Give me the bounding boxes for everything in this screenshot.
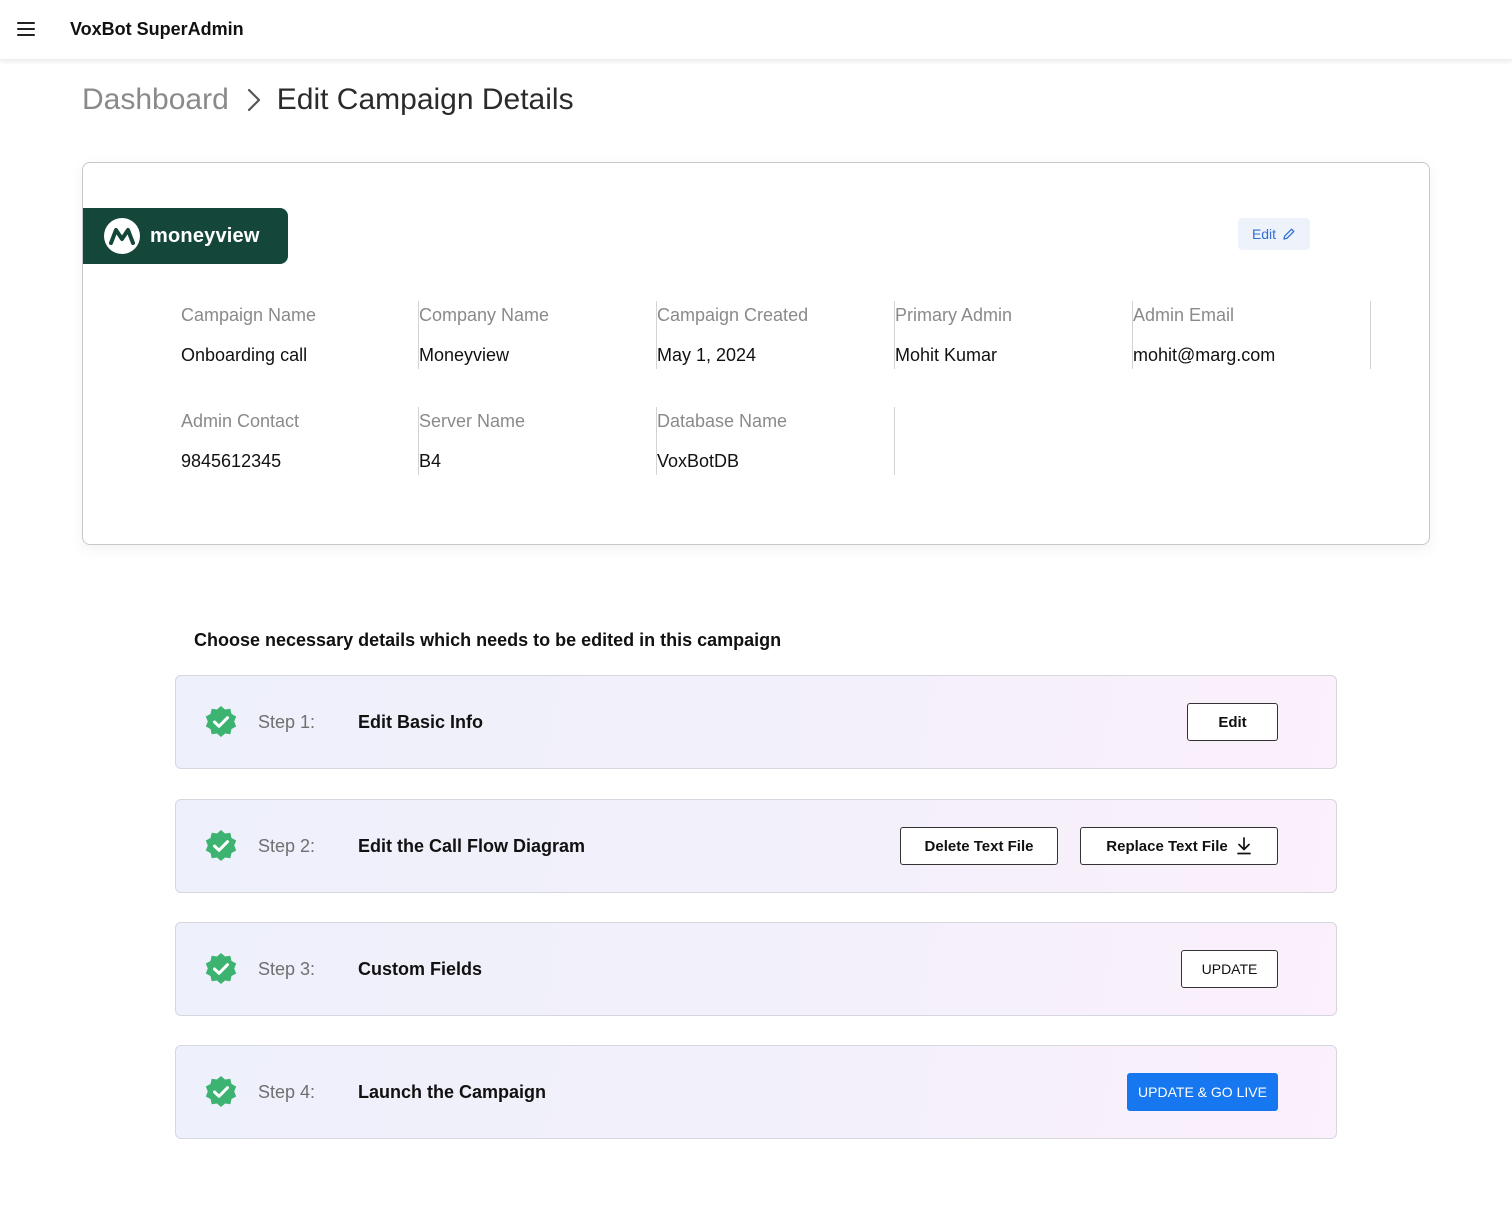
- field-value: 9845612345: [181, 451, 282, 471]
- verified-check-icon: [205, 1076, 237, 1107]
- page-title: Edit Campaign Details: [276, 83, 574, 116]
- step-number: Step 4:: [258, 1082, 316, 1102]
- campaign-details-card: moneyview Edit Campaign Name Onboarding …: [82, 162, 1430, 545]
- field-value: VoxBotDB: [657, 451, 740, 471]
- steps-section-title: Choose necessary details which needs to …: [194, 630, 782, 650]
- field-label: Primary Admin: [895, 305, 1013, 325]
- replace-text-file-label: Replace Text File: [1106, 837, 1228, 855]
- step-card-1: Step 1: Edit Basic Info Edit: [175, 675, 1337, 769]
- field-server-name: Server Name B4: [419, 407, 657, 475]
- update-and-go-live-button[interactable]: UPDATE & GO LIVE: [1127, 1073, 1278, 1111]
- field-value: May 1, 2024: [657, 345, 757, 365]
- update-custom-fields-button[interactable]: UPDATE: [1181, 950, 1278, 988]
- pencil-icon: [1283, 228, 1295, 240]
- replace-text-file-button[interactable]: Replace Text File: [1080, 827, 1278, 865]
- field-value: Mohit Kumar: [895, 345, 998, 365]
- company-logo: moneyview: [83, 208, 288, 264]
- field-campaign-name: Campaign Name Onboarding call: [181, 301, 419, 369]
- field-value: Onboarding call: [181, 345, 308, 365]
- step-number: Step 2:: [258, 836, 316, 856]
- field-label: Admin Email: [1133, 305, 1235, 325]
- verified-check-icon: [205, 830, 237, 861]
- step-title: Custom Fields: [358, 959, 483, 979]
- field-admin-contact: Admin Contact 9845612345: [181, 407, 419, 475]
- field-label: Campaign Name: [181, 305, 317, 325]
- field-admin-email: Admin Email mohit@marg.com: [1133, 301, 1371, 369]
- download-icon: [1236, 837, 1251, 855]
- moneyview-logo-icon: [104, 218, 140, 254]
- step-title: Launch the Campaign: [358, 1082, 547, 1102]
- verified-check-icon: [205, 953, 237, 984]
- edit-basic-info-button[interactable]: Edit: [1187, 703, 1278, 741]
- field-database-name: Database Name VoxBotDB: [657, 407, 895, 475]
- field-primary-admin: Primary Admin Mohit Kumar: [895, 301, 1133, 369]
- step-number: Step 3:: [258, 959, 316, 979]
- step-card-2: Step 2: Edit the Call Flow Diagram Delet…: [175, 799, 1337, 893]
- step-title: Edit Basic Info: [358, 712, 484, 732]
- verified-check-icon: [205, 706, 237, 737]
- field-label: Company Name: [419, 305, 550, 325]
- step-number: Step 1:: [258, 712, 316, 732]
- top-bar: VoxBot SuperAdmin: [0, 0, 1512, 60]
- breadcrumb: Dashboard Edit Campaign Details: [82, 80, 574, 120]
- delete-text-file-button[interactable]: Delete Text File: [900, 827, 1058, 865]
- step-title: Edit the Call Flow Diagram: [358, 836, 586, 856]
- logo-text: moneyview: [150, 224, 260, 247]
- field-label: Campaign Created: [657, 305, 809, 325]
- app-title: VoxBot SuperAdmin: [70, 19, 244, 39]
- breadcrumb-dashboard-link[interactable]: Dashboard: [82, 83, 229, 117]
- chevron-right-icon: [247, 88, 261, 112]
- field-label: Admin Contact: [181, 411, 300, 431]
- hamburger-menu-icon[interactable]: [17, 22, 35, 38]
- field-campaign-created: Campaign Created May 1, 2024: [657, 301, 895, 369]
- field-value: B4: [419, 451, 442, 471]
- edit-campaign-button[interactable]: Edit: [1238, 218, 1310, 250]
- field-label: Database Name: [657, 411, 788, 431]
- field-value: Moneyview: [419, 345, 510, 365]
- field-label: Server Name: [419, 411, 526, 431]
- step-card-4: Step 4: Launch the Campaign UPDATE & GO …: [175, 1045, 1337, 1139]
- field-value: mohit@marg.com: [1133, 345, 1276, 365]
- field-company-name: Company Name Moneyview: [419, 301, 657, 369]
- edit-campaign-label: Edit: [1251, 226, 1277, 242]
- step-card-3: Step 3: Custom Fields UPDATE: [175, 922, 1337, 1016]
